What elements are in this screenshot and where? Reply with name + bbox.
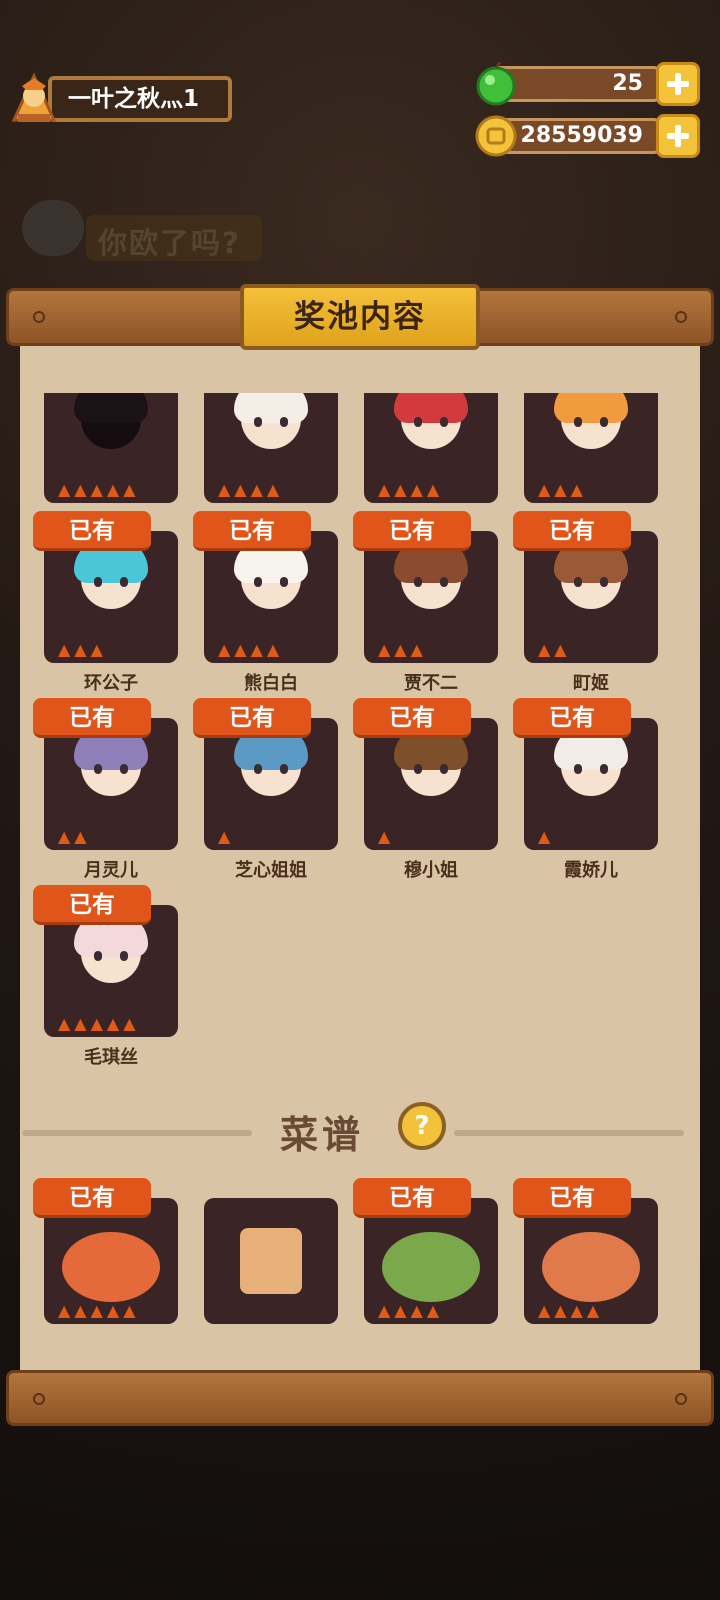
eye-icon bbox=[574, 577, 582, 587]
character-portrait: ▲▲▲▲▲ bbox=[44, 393, 178, 503]
add-coins-button[interactable] bbox=[656, 114, 700, 158]
eye-icon bbox=[94, 764, 102, 774]
divider bbox=[454, 1130, 684, 1136]
character-name: 霞娇儿 bbox=[564, 860, 618, 881]
owned-badge: 已有 bbox=[33, 1178, 151, 1218]
character-grid[interactable]: ▲▲▲▲▲洋贵妃▲▲▲▲格格法师▲▲▲▲米菈▲▲▲斑小婧▲▲▲环公子已有▲▲▲▲… bbox=[20, 393, 700, 1083]
recipes-header: 菜谱 ? bbox=[20, 1100, 700, 1160]
eye-icon bbox=[440, 764, 448, 774]
rarity-flames-icon: ▲▲▲▲ bbox=[378, 480, 444, 499]
rarity-flames-icon: ▲▲▲▲▲ bbox=[58, 1014, 140, 1033]
eye-icon bbox=[414, 577, 422, 587]
eye-icon bbox=[600, 764, 608, 774]
eye-icon bbox=[600, 577, 608, 587]
rarity-flames-icon: ▲▲ bbox=[538, 640, 571, 659]
eye-icon bbox=[120, 764, 128, 774]
divider bbox=[22, 1130, 252, 1136]
dish-icon bbox=[382, 1232, 480, 1302]
character-hair bbox=[74, 393, 148, 423]
rarity-flames-icon: ▲ bbox=[218, 827, 235, 846]
owned-badge: 已有 bbox=[513, 511, 631, 551]
dish-icon bbox=[542, 1232, 640, 1302]
rarity-flames-icon: ▲▲▲▲ bbox=[378, 1301, 444, 1320]
dish-icon bbox=[62, 1232, 160, 1302]
rarity-flames-icon: ▲▲▲▲▲ bbox=[58, 1301, 140, 1320]
player-badge[interactable]: 一叶之秋灬1 bbox=[8, 70, 232, 126]
character-hair bbox=[234, 393, 308, 423]
character-name: 贾不二 bbox=[404, 673, 458, 694]
eye-icon bbox=[280, 417, 288, 427]
background-bird-icon bbox=[22, 200, 84, 256]
background-banner-text: 你欧了吗? bbox=[98, 226, 241, 260]
rarity-flames-icon: ▲▲▲▲▲ bbox=[58, 480, 140, 499]
rarity-flames-icon: ▲▲▲ bbox=[378, 640, 427, 659]
recipes-title: 菜谱 bbox=[280, 1113, 365, 1157]
rarity-flames-icon: ▲▲▲▲ bbox=[538, 1301, 604, 1320]
character-name: 环公子 bbox=[84, 673, 138, 694]
character-hair bbox=[554, 393, 628, 423]
character-portrait: ▲▲▲▲ bbox=[364, 393, 498, 503]
owned-badge: 已有 bbox=[193, 698, 311, 738]
gems-counter: 25 bbox=[474, 62, 700, 106]
recipe-image bbox=[204, 1198, 338, 1324]
bolt-icon bbox=[33, 1393, 45, 1405]
character-name: 穆小姐 bbox=[404, 860, 458, 881]
scroll-icon bbox=[240, 1228, 302, 1294]
panel-title: 奖池内容 bbox=[240, 284, 480, 350]
character-name: 毛琪丝 bbox=[84, 1047, 138, 1068]
eye-icon bbox=[254, 577, 262, 587]
eye-icon bbox=[600, 417, 608, 427]
owned-badge: 已有 bbox=[193, 511, 311, 551]
help-button[interactable]: ? bbox=[398, 1102, 446, 1150]
character-name: 月灵儿 bbox=[84, 860, 138, 881]
bolt-icon bbox=[675, 311, 687, 323]
eye-icon bbox=[574, 764, 582, 774]
eye-icon bbox=[94, 577, 102, 587]
owned-badge: 已有 bbox=[353, 698, 471, 738]
player-rank-icon bbox=[11, 72, 57, 122]
eye-icon bbox=[120, 951, 128, 961]
eye-icon bbox=[280, 577, 288, 587]
panel-bottom-plank bbox=[6, 1370, 714, 1426]
character-hair bbox=[394, 393, 468, 423]
rarity-flames-icon: ▲▲ bbox=[58, 827, 91, 846]
owned-badge: 已有 bbox=[353, 511, 471, 551]
add-gems-button[interactable] bbox=[656, 62, 700, 106]
rarity-flames-icon: ▲▲▲▲ bbox=[218, 480, 284, 499]
eye-icon bbox=[94, 951, 102, 961]
coin-icon bbox=[475, 115, 517, 157]
character-name: 熊白白 bbox=[244, 673, 298, 694]
rarity-flames-icon: ▲▲▲ bbox=[58, 640, 107, 659]
eye-icon bbox=[414, 764, 422, 774]
bolt-icon bbox=[675, 1393, 687, 1405]
eye-icon bbox=[440, 417, 448, 427]
eye-icon bbox=[254, 417, 262, 427]
owned-badge: 已有 bbox=[353, 1178, 471, 1218]
owned-badge: 已有 bbox=[513, 698, 631, 738]
character-name: 町姬 bbox=[573, 673, 609, 694]
rarity-flames-icon: ▲ bbox=[538, 827, 555, 846]
gem-icon bbox=[476, 62, 516, 106]
owned-badge: 已有 bbox=[33, 698, 151, 738]
character-portrait: ▲▲▲▲ bbox=[204, 393, 338, 503]
eye-icon bbox=[440, 577, 448, 587]
eye-icon bbox=[574, 417, 582, 427]
rarity-flames-icon: ▲▲▲▲ bbox=[218, 640, 284, 659]
owned-badge: 已有 bbox=[33, 511, 151, 551]
eye-icon bbox=[280, 764, 288, 774]
eye-icon bbox=[414, 417, 422, 427]
eye-icon bbox=[254, 764, 262, 774]
owned-badge: 已有 bbox=[33, 885, 151, 925]
rarity-flames-icon: ▲ bbox=[378, 827, 395, 846]
character-portrait: ▲▲▲ bbox=[524, 393, 658, 503]
eye-icon bbox=[120, 577, 128, 587]
rarity-flames-icon: ▲▲▲ bbox=[538, 480, 587, 499]
owned-badge: 已有 bbox=[513, 1178, 631, 1218]
coins-counter: 28559039 bbox=[474, 114, 700, 158]
player-name: 一叶之秋灬1 bbox=[48, 76, 232, 122]
character-name: 芝心姐姐 bbox=[235, 860, 307, 881]
bolt-icon bbox=[33, 311, 45, 323]
